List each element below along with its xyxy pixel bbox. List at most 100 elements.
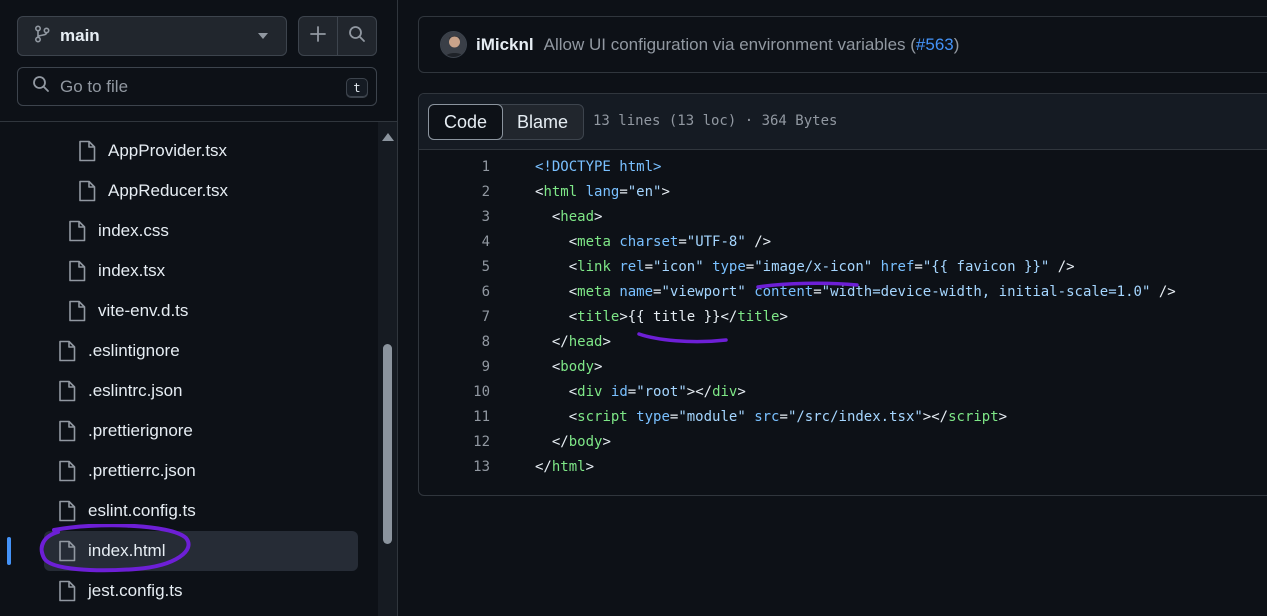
scroll-thumb[interactable] — [383, 344, 392, 544]
file-icon — [68, 220, 86, 242]
code-line: 11 <script type="module" src="/src/index… — [419, 405, 1267, 430]
line-number[interactable]: 2 — [419, 180, 490, 205]
tree-item-label: index.html — [88, 541, 166, 560]
code-line: 6 <meta name="viewport" content="width=d… — [419, 280, 1267, 305]
file-icon — [58, 580, 76, 602]
tree-item-label: eslint.config.ts — [88, 501, 196, 520]
code-text: <meta charset="UTF-8" /> — [535, 234, 772, 250]
commit-author[interactable]: iMicknl — [476, 35, 534, 55]
tree-item-index-css[interactable]: index.css — [68, 211, 169, 251]
code-text: <link rel="icon" type="image/x-icon" hre… — [535, 259, 1075, 275]
code-text: </body> — [535, 434, 611, 450]
file-tree-sidebar: main t AppProvider.tsx AppReducer.tsx — [0, 0, 398, 616]
code-text: </html> — [535, 459, 595, 475]
plus-icon — [310, 25, 326, 47]
divider — [0, 121, 397, 122]
commit-message[interactable]: Allow UI configuration via environment v… — [544, 35, 960, 55]
line-number[interactable]: 9 — [419, 355, 490, 380]
git-branch-icon — [34, 24, 50, 48]
code-line: 1 <!DOCTYPE html> — [419, 155, 1267, 180]
tree-item-eslintignore[interactable]: .eslintignore — [58, 331, 180, 371]
code-text: <meta name="viewport" content="width=dev… — [535, 284, 1176, 300]
tree-item-label: vite-env.d.ts — [98, 301, 189, 320]
line-number[interactable]: 13 — [419, 455, 490, 480]
line-number[interactable]: 11 — [419, 405, 490, 430]
tree-item-appreducer[interactable]: AppReducer.tsx — [78, 171, 228, 211]
branch-selector[interactable]: main — [17, 16, 287, 56]
view-mode-toggle: Code Blame — [428, 104, 585, 140]
code-text: <div id="root"></div> — [535, 384, 746, 400]
tree-item-index-html[interactable]: index.html — [44, 531, 358, 571]
tab-code[interactable]: Code — [428, 104, 504, 140]
code-line: 5 <link rel="icon" type="image/x-icon" h… — [419, 255, 1267, 280]
line-number[interactable]: 10 — [419, 380, 490, 405]
tree-item-label: AppProvider.tsx — [108, 141, 228, 160]
search-icon — [32, 75, 50, 98]
file-icon — [58, 380, 76, 402]
avatar[interactable] — [440, 31, 467, 58]
code-text: </head> — [535, 334, 611, 350]
code-text: <head> — [535, 209, 603, 225]
tab-blame[interactable]: Blame — [502, 105, 583, 139]
search-code-button[interactable] — [337, 17, 376, 55]
line-number[interactable]: 4 — [419, 230, 490, 255]
code-text: <title>{{ title }}</title> — [535, 309, 788, 325]
code-line: 3 <head> — [419, 205, 1267, 230]
search-icon — [348, 25, 366, 48]
line-number[interactable]: 7 — [419, 305, 490, 330]
tree-item-prettierrc[interactable]: .prettierrc.json — [58, 451, 196, 491]
line-number[interactable]: 6 — [419, 280, 490, 305]
go-to-file-field[interactable]: t — [17, 67, 377, 106]
tree-item-jest-config[interactable]: jest.config.ts — [58, 571, 183, 611]
file-info: 13 lines (13 loc) · 364 Bytes — [593, 113, 838, 129]
file-icon — [58, 460, 76, 482]
code-text: <html lang="en"> — [535, 184, 670, 200]
line-number[interactable]: 3 — [419, 205, 490, 230]
tree-item-label: .prettierignore — [88, 421, 193, 440]
code-line: 13 </html> — [419, 455, 1267, 480]
tree-item-prettierignore[interactable]: .prettierignore — [58, 411, 193, 451]
chevron-down-icon — [258, 33, 268, 39]
code-viewer-header: Code Blame 13 lines (13 loc) · 364 Bytes — [419, 94, 1267, 150]
file-icon — [58, 340, 76, 362]
line-number[interactable]: 5 — [419, 255, 490, 280]
file-icon — [78, 140, 96, 162]
line-number[interactable]: 8 — [419, 330, 490, 355]
code-text: <!DOCTYPE html> — [535, 159, 662, 175]
keyboard-shortcut-badge: t — [346, 78, 368, 98]
tree-item-index-tsx[interactable]: index.tsx — [68, 251, 165, 291]
latest-commit-bar: iMicknl Allow UI configuration via envir… — [418, 16, 1267, 73]
tree-item-label: index.tsx — [98, 261, 166, 280]
tree-item-vite-env[interactable]: vite-env.d.ts — [68, 291, 188, 331]
file-icon — [58, 500, 76, 522]
scroll-up-arrow-icon[interactable] — [382, 133, 394, 141]
tree-item-eslintrc[interactable]: .eslintrc.json — [58, 371, 182, 411]
code-line: 12 </body> — [419, 430, 1267, 455]
branch-name: main — [60, 26, 100, 45]
code-text: <script type="module" src="/src/index.ts… — [535, 409, 1008, 425]
line-number[interactable]: 12 — [419, 430, 490, 455]
tree-item-appprovider[interactable]: AppProvider.tsx — [78, 131, 227, 171]
tree-item-label: .prettierrc.json — [88, 461, 196, 480]
code-line: 7 <title>{{ title }}</title> — [419, 305, 1267, 330]
tree-item-label: .eslintignore — [88, 341, 180, 360]
code-viewer: Code Blame 13 lines (13 loc) · 364 Bytes… — [418, 93, 1267, 496]
file-icon — [58, 540, 76, 562]
code-text: <body> — [535, 359, 603, 375]
file-icon — [58, 420, 76, 442]
go-to-file-input[interactable] — [60, 76, 320, 97]
sidebar-scrollbar[interactable] — [378, 122, 397, 616]
code-line: 2 <html lang="en"> — [419, 180, 1267, 205]
line-number[interactable]: 1 — [419, 155, 490, 180]
file-icon — [68, 260, 86, 282]
tree-actions — [298, 16, 377, 56]
commit-message-end: ) — [953, 34, 960, 54]
selected-indicator — [7, 537, 11, 565]
add-file-button[interactable] — [299, 17, 337, 55]
tree-item-eslint-config[interactable]: eslint.config.ts — [58, 491, 196, 531]
tree-item-label: .eslintrc.json — [88, 381, 183, 400]
commit-message-text: Allow UI configuration via environment v… — [543, 34, 916, 54]
pr-link[interactable]: #563 — [916, 35, 954, 54]
code-line: 10 <div id="root"></div> — [419, 380, 1267, 405]
code-line: 4 <meta charset="UTF-8" /> — [419, 230, 1267, 255]
